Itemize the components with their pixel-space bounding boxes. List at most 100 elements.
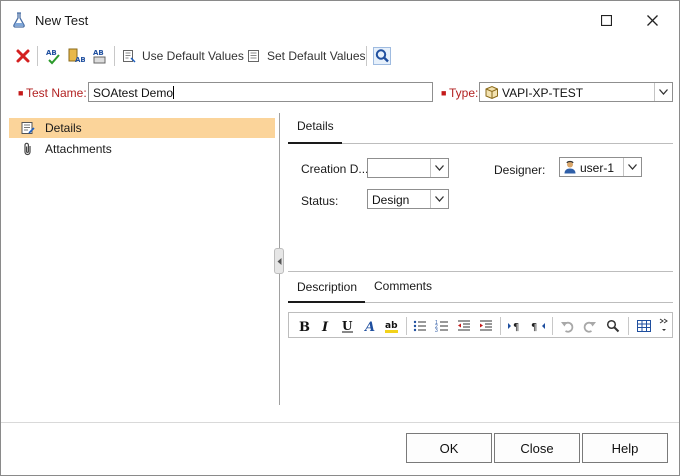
designer-select[interactable]: user-1 — [559, 157, 642, 177]
svg-text:¶: ¶ — [531, 322, 537, 333]
use-default-values-button[interactable]: Use Default Values — [122, 45, 244, 67]
spell-check-button[interactable]: AB — [45, 45, 63, 67]
bold-button[interactable]: B — [295, 317, 313, 335]
active-tab-indicator — [288, 142, 342, 144]
font-color-icon: A — [363, 320, 375, 333]
search-icon — [373, 47, 391, 65]
delete-button[interactable] — [15, 45, 31, 67]
tab-comments[interactable]: Comments — [374, 279, 432, 293]
svg-text:ab: ab — [385, 321, 398, 331]
left-to-right-icon: ¶ — [508, 322, 519, 333]
collapse-handle[interactable] — [274, 248, 284, 274]
thesaurus-icon: AB — [68, 48, 85, 64]
chevron-down-icon — [435, 196, 444, 202]
active-tab-indicator — [288, 301, 365, 303]
increase-indent-button[interactable] — [477, 317, 495, 335]
type-select[interactable]: VAPI-XP-TEST — [479, 82, 673, 102]
bullet-list-button[interactable] — [411, 317, 429, 335]
find-button[interactable] — [373, 45, 391, 67]
set-defaults-icon — [248, 50, 259, 62]
bullet-list-icon — [413, 320, 426, 332]
highlight-button[interactable]: ab — [383, 317, 401, 335]
rtl-button[interactable]: ¶ — [529, 317, 547, 335]
underline-button[interactable]: U — [339, 317, 357, 335]
maximize-button[interactable] — [587, 7, 627, 35]
thesaurus-button[interactable]: AB — [67, 45, 85, 67]
close-button[interactable]: Close — [494, 433, 580, 463]
tab-details[interactable]: Details — [297, 119, 334, 133]
red-x-icon — [16, 49, 30, 63]
spelling-options-button[interactable]: AB — [91, 45, 109, 67]
nav-item-label: Details — [45, 121, 82, 135]
toolbar-separator — [37, 46, 38, 66]
svg-text:AB: AB — [93, 49, 104, 57]
status-select[interactable]: Design — [367, 189, 449, 209]
nav-item-label: Attachments — [45, 142, 112, 156]
underline-icon: U — [342, 319, 353, 333]
ok-button[interactable]: OK — [406, 433, 492, 463]
type-label: Type: — [449, 86, 479, 100]
window-title: New Test — [35, 13, 89, 28]
insert-table-button[interactable] — [635, 317, 653, 335]
table-icon — [637, 320, 651, 332]
test-name-input[interactable]: SOAtest Demo — [88, 82, 433, 102]
font-color-button[interactable]: A — [361, 317, 379, 335]
new-test-dialog: New Test AB AB AB Use Default Values Set — [0, 0, 680, 476]
tab-description[interactable]: Description — [297, 280, 357, 294]
tab-divider — [342, 143, 673, 144]
designer-value: user-1 — [580, 161, 615, 175]
italic-button[interactable]: I — [317, 317, 335, 335]
set-default-values-button[interactable]: Set Default Values — [247, 45, 366, 67]
type-dropdown-arrow[interactable] — [654, 83, 672, 101]
undo-button[interactable] — [558, 317, 576, 335]
test-type-icon — [485, 85, 498, 100]
redo-icon — [583, 321, 596, 333]
designer-dropdown-arrow[interactable] — [623, 158, 641, 176]
status-dropdown-arrow[interactable] — [430, 190, 448, 208]
numbered-list-button[interactable]: 123 — [433, 317, 451, 335]
decrease-indent-button[interactable] — [455, 317, 473, 335]
chevron-down-icon — [659, 89, 668, 95]
svg-text:I: I — [321, 320, 329, 333]
required-marker: ■ — [441, 88, 447, 98]
ltr-button[interactable]: ¶ — [506, 317, 524, 335]
find-text-button[interactable] — [604, 317, 622, 335]
creation-date-dropdown-arrow[interactable] — [430, 159, 448, 177]
type-value: VAPI-XP-TEST — [502, 86, 584, 100]
svg-text:¶: ¶ — [513, 322, 519, 333]
status-value: Design — [372, 193, 410, 207]
svg-text:AB: AB — [75, 56, 85, 64]
right-to-left-icon: ¶ — [531, 322, 545, 333]
close-icon — [647, 15, 658, 26]
close-window-button[interactable] — [633, 7, 673, 35]
overflow-chevron-icon — [659, 318, 668, 331]
toolbar-separator — [500, 317, 501, 335]
status-label: Status: — [301, 194, 339, 208]
creation-date-picker[interactable] — [367, 158, 449, 178]
nav-item-attachments[interactable]: Attachments — [9, 139, 275, 159]
toolbar-separator — [114, 46, 115, 66]
navigation-pane: Details Attachments — [5, 113, 279, 405]
test-name-value: SOAtest Demo — [93, 86, 174, 100]
chevron-left-icon — [277, 258, 282, 265]
spell-check-icon: AB — [46, 49, 60, 65]
text-caret — [173, 86, 175, 99]
svg-text:B: B — [299, 320, 310, 333]
toolbar-separator — [628, 317, 629, 335]
toolbar: AB AB AB Use Default Values Set Default … — [1, 43, 679, 69]
creation-date-label: Creation D... — [301, 162, 369, 176]
section-divider — [288, 271, 673, 272]
italic-icon: I — [321, 320, 329, 333]
toolbar-separator — [406, 317, 407, 335]
undo-icon — [561, 321, 574, 333]
flask-icon — [11, 12, 27, 28]
paperclip-icon — [24, 142, 31, 156]
designer-label: Designer: — [494, 163, 546, 177]
magnifier-icon — [606, 319, 620, 333]
highlight-icon: ab — [385, 321, 398, 333]
set-default-values-label: Set Default Values — [267, 49, 366, 63]
more-tools-button[interactable] — [658, 317, 670, 335]
redo-button[interactable] — [581, 317, 599, 335]
help-button[interactable]: Help — [582, 433, 668, 463]
nav-item-details[interactable]: Details — [9, 118, 275, 138]
